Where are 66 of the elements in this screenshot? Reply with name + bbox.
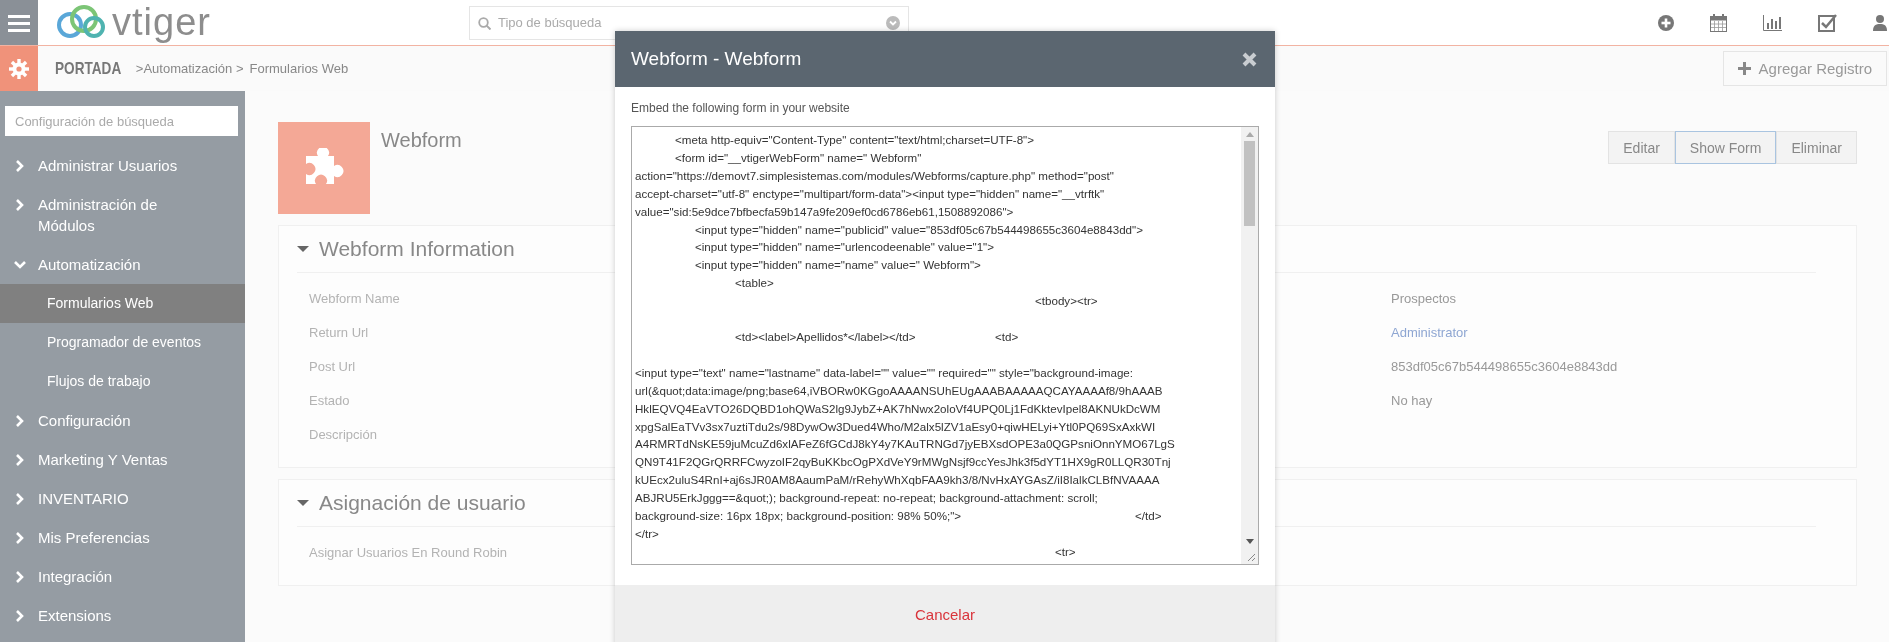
- menu-icon: [8, 13, 30, 32]
- add-record-button[interactable]: Agregar Registro: [1722, 51, 1887, 86]
- field-label: Descripción: [309, 426, 378, 442]
- chevron-right-icon: [14, 454, 26, 466]
- field-label: Asignar Usuarios En Round Robin: [309, 544, 508, 560]
- breadcrumb-link[interactable]: Formularios Web: [249, 61, 349, 76]
- search-icon: [477, 16, 491, 30]
- add-icon[interactable]: [1658, 14, 1674, 31]
- section-title: Asignación de usuario: [319, 491, 526, 515]
- chevron-right-icon: [14, 160, 26, 172]
- code-text-area[interactable]: [631, 126, 1259, 565]
- record-title: Webform: [381, 129, 462, 152]
- field-label: Estado: [309, 392, 351, 408]
- instruction-text: Embed the following form in your website: [631, 101, 851, 115]
- user-icon[interactable]: [1873, 14, 1887, 31]
- sidebar-subitem[interactable]: Flujos de trabajo: [0, 362, 245, 401]
- scrollbar-thumb[interactable]: [1244, 141, 1255, 226]
- field-label: Return Url: [309, 324, 370, 340]
- chevron-right-icon: [14, 199, 26, 211]
- resize-grip-icon[interactable]: [1246, 552, 1256, 562]
- section-title: Webform Information: [319, 237, 515, 261]
- caret-down-icon[interactable]: [297, 499, 309, 507]
- action-button[interactable]: Eliminar: [1776, 131, 1857, 164]
- action-button[interactable]: Editar: [1608, 131, 1675, 164]
- user-link[interactable]: Administrator: [1391, 324, 1468, 340]
- chevron-right-icon: [14, 415, 26, 427]
- checkbox-icon[interactable]: [1818, 13, 1837, 32]
- chevron-right-icon: [14, 532, 26, 544]
- settings-search-field[interactable]: Configuración de búsqueda: [5, 106, 238, 136]
- sidebar-subitem[interactable]: Programador de eventos: [0, 323, 245, 362]
- sidebar-item[interactable]: INVENTARIO: [0, 479, 245, 518]
- bar-chart-icon[interactable]: [1763, 14, 1782, 31]
- scroll-down-icon[interactable]: [1245, 539, 1254, 544]
- field-label: Webform Name: [309, 290, 401, 306]
- scrollbar[interactable]: [1241, 127, 1258, 564]
- settings-button[interactable]: [0, 46, 38, 91]
- modal-title: Webform - Webform: [631, 48, 802, 70]
- field-label: Post Url: [309, 358, 357, 374]
- caret-down-icon[interactable]: [297, 245, 309, 253]
- sidebar-item[interactable]: Integración: [0, 557, 245, 596]
- field-value: No hay: [1391, 392, 1433, 408]
- field-value: Prospectos: [1391, 290, 1457, 306]
- settings-icon: [9, 58, 29, 79]
- plus-icon: [1737, 62, 1751, 75]
- calendar-icon[interactable]: [1710, 13, 1727, 32]
- sidebar-item[interactable]: Marketing Y Ventas: [0, 440, 245, 479]
- sidebar-item[interactable]: Extensions: [0, 596, 245, 635]
- cancel-link[interactable]: Cancelar: [909, 604, 981, 624]
- sidebar-item[interactable]: Automatización: [0, 245, 245, 284]
- breadcrumb-link[interactable]: PORTADA: [55, 58, 122, 79]
- sidebar-item[interactable]: Mis Preferencias: [0, 518, 245, 557]
- chevron-right-icon: [14, 610, 26, 622]
- code-text: <meta http-equiv="Content-Type" content="text/html;charset=UTF-8"> <form id="__vtigerWebForm" name=" Webform" action="https://demovt7.simplesistemas.com/modules/Webforms/capture.php" method="post" accept-charset="utf-8" enctype="multipart/form-data"><input type="hidden" name="__vtrftk" value="sid:5e9dce7bfbecfa59b147a9fe209ef0cd6786eb61,1508892086"> <input type="hidden" name="publicid" value="853df05c67b544498655c3604e8843dd"> <input type="hidden" name="urlencodeenable" value="1"> <input type="hidden" name="name" value=" Webform"> <table> <tbody><tr> <td><label>Apellidos*</label></td> <td> <input type="text" name="lastname" data-label="" value="" required="" style="background-image: url(&quot;data:image/png;base64,iVBORw0KGgoAAAANSUhEUgAAABAAAAAQCAYAAAAf8/9hAAAB HklEQVQ4EaVTO26DQBD1ohQWaS2lg9JybZ+AK7hNwx2oloVf4UPQ0Lj1FdKktevIpel8AKNUkDcWM xpgSalEaTVv3sx7uztiTdu2s/98DywOw3Dued4Who/M2alx5lZV1aEsy0+qiwHELyi+Ytl0PQ69SxAxkWI A4RMRTdNsKE59juMcuZd6xlAFeZ6fGCdJ8kY4y7KAuTRNGd7jyEBXsdOPE3a0QGPsniOnnYMO67LgS QN9T41F2QGrQRRFCwyzoIF2qyBuKKbcOgPXdVeY9rMWgNsjf9ccYesJhk3f5dYT1HX9gR0LLQR30Tnj kUEcx2uluS4RnI+aj6sJR0AM8AaumPaM/rRehyWhXqbFAA9kh3/8/NvHxAYGAsZ/iI8IalkCLBfNVAAAA ABJRU5ErkJggg==&quot;); background-repeat: no-repeat; background-attachment: scroll; background-size: 16px 18px; background-position: 98% 50%;"> </td> </tr> <tr>: [634, 132, 1176, 560]
- action-button[interactable]: Show Form: [1674, 131, 1777, 164]
- logo-text: vtiger: [112, 1, 211, 44]
- close-icon[interactable]: [1242, 51, 1257, 67]
- chevron-right-icon: [14, 571, 26, 583]
- sidebar-item[interactable]: Administrar Usuarios: [0, 146, 245, 185]
- menu-button[interactable]: [0, 0, 38, 45]
- sidebar-subitem[interactable]: Formularios Web: [0, 284, 245, 323]
- field-value: 853df05c67b544498655c3604e8843dd: [1391, 358, 1618, 374]
- chevron-down-icon: [14, 259, 26, 271]
- sidebar-item[interactable]: Administración de Módulos: [0, 185, 245, 245]
- sidebar-item[interactable]: Configuración: [0, 401, 245, 440]
- chevron-right-icon: [14, 493, 26, 505]
- breadcrumb-link[interactable]: >Automatización >: [135, 61, 244, 76]
